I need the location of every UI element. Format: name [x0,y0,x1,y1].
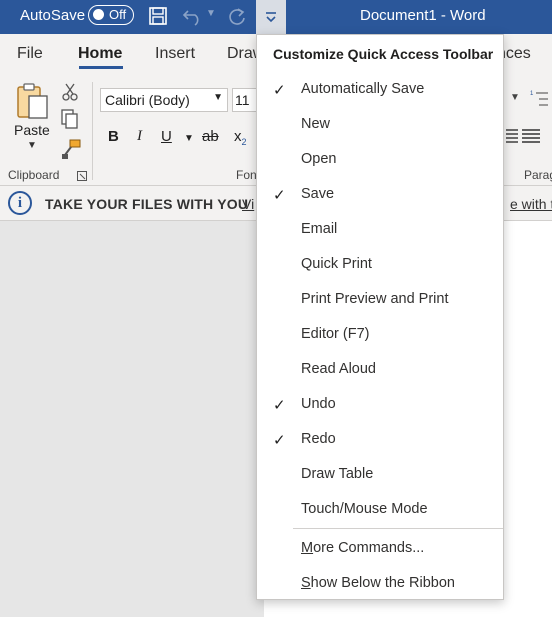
menu-item-label: Save [301,186,335,202]
align-left-icon[interactable] [506,128,518,144]
menu-item-touch-mouse-mode[interactable]: Touch/Mouse Mode [257,492,503,527]
info-link-right[interactable]: e with th [510,196,552,212]
tab-insert[interactable]: Insert [155,45,195,63]
autosave-state: Off [109,7,127,22]
menu-item-label: New [301,116,331,132]
customize-qat-menu: Customize Quick Access Toolbar ✓ Automati… [256,34,504,600]
undo-icon[interactable] [182,6,204,31]
more-commands-label: ore Commands... [313,540,425,556]
active-tab-indicator [79,66,123,69]
toggle-knob [93,9,104,20]
font-group-label: Fon [236,168,257,182]
subscript-label: x [234,128,242,145]
checkmark-icon: ✓ [273,432,286,449]
checkmark-icon: ✓ [273,187,286,204]
menu-item-show-below-ribbon[interactable]: Show Below the Ribbon [257,566,503,601]
menu-item-read-aloud[interactable]: Read Aloud [257,352,503,387]
paragraph-group-label: Parag [524,168,552,182]
justify-icon[interactable] [522,128,540,144]
menu-item-automatically-save[interactable]: ✓ Automatically Save [257,72,503,107]
menu-item-label: Automatically Save [301,81,425,97]
menu-item-label: Print Preview and Print [301,291,449,307]
font-size-value: 11 [235,92,250,108]
menu-item-editor-f7[interactable]: Editor (F7) [257,317,503,352]
chevron-down-icon [266,12,276,23]
menu-item-new[interactable]: New [257,107,503,142]
menu-item-redo[interactable]: ✓ Redo [257,422,503,457]
redo-icon[interactable] [226,6,248,33]
info-icon: i [8,191,32,215]
subscript-button[interactable]: x2 [234,128,247,147]
copy-icon[interactable] [60,108,80,130]
tab-file[interactable]: File [17,45,43,63]
bold-button[interactable]: B [108,128,119,145]
italic-button[interactable]: I [137,128,142,145]
menu-item-label: Redo [301,431,336,447]
title-bar: AutoSave Off ▼ Document1 - Word [0,0,552,34]
info-link-left[interactable]: Vi [242,196,254,212]
multilevel-list-icon[interactable]: 1 [530,88,548,108]
font-name-value: Calibri (Body) [105,92,190,108]
menu-item-quick-print[interactable]: Quick Print [257,247,503,282]
autosave-label: AutoSave [20,7,86,24]
cut-icon[interactable] [60,82,80,102]
menu-item-email[interactable]: Email [257,212,503,247]
more-commands-accel: M [301,540,314,556]
menu-item-label: Quick Print [301,256,372,272]
menu-item-undo[interactable]: ✓ Undo [257,387,503,422]
menu-item-more-commands[interactable]: More Commands... [257,531,503,566]
paste-dropdown-icon[interactable]: ▼ [27,140,37,151]
menu-divider [293,528,503,529]
autosave-toggle[interactable]: Off [88,5,134,25]
menu-item-label: Undo [301,396,336,412]
paste-icon[interactable] [14,82,50,127]
chevron-down-icon: ▼ [213,92,223,103]
tab-home[interactable]: Home [78,45,122,63]
format-painter-icon[interactable] [60,138,82,160]
menu-item-draw-table[interactable]: Draw Table [257,457,503,492]
underline-dropdown-icon[interactable]: ▼ [184,133,194,144]
menu-item-label: Editor (F7) [301,326,370,342]
undo-dropdown-icon[interactable]: ▼ [206,8,216,19]
dialog-launcher-icon[interactable] [77,171,87,181]
font-name-box[interactable]: Calibri (Body) ▼ [100,88,228,112]
underline-button[interactable]: U [161,128,172,145]
show-below-label: how Below the Ribbon [310,575,455,591]
menu-item-label: Email [301,221,338,237]
group-separator [92,82,93,180]
clipboard-group-label: Clipboard [8,168,60,182]
customize-qat-button[interactable] [256,0,286,34]
menu-item-print-preview-and-print[interactable]: Print Preview and Print [257,282,503,317]
chevron-down-icon[interactable]: ▼ [510,92,520,103]
checkmark-icon: ✓ [273,397,286,414]
document-title: Document1 - Word [360,7,486,24]
menu-item-label: Touch/Mouse Mode [301,501,428,517]
menu-title: Customize Quick Access Toolbar [273,46,494,62]
show-below-accel: S [301,575,311,591]
menu-item-save[interactable]: ✓ Save [257,177,503,212]
svg-text:1: 1 [530,91,534,97]
strikethrough-button[interactable]: ab [202,128,219,145]
menu-item-label: Read Aloud [301,361,376,377]
checkmark-icon: ✓ [273,82,286,99]
paste-button[interactable]: Paste [14,122,50,138]
menu-item-label: Open [301,151,337,167]
info-message: TAKE YOUR FILES WITH YOU [45,196,249,212]
menu-item-open[interactable]: Open [257,142,503,177]
save-icon[interactable] [148,6,168,31]
menu-item-label: Draw Table [301,466,374,482]
